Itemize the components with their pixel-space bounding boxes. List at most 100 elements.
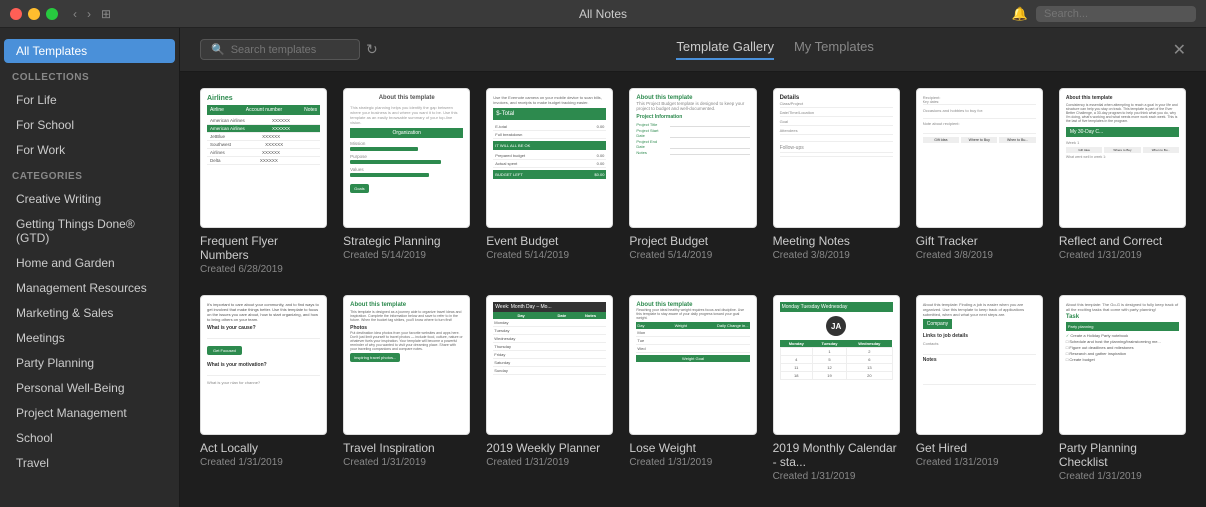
- template-thumb-reflect-correct: About this template Consistency is essen…: [1059, 88, 1186, 228]
- template-date-meeting-notes: Created 3/8/2019: [773, 250, 900, 261]
- sidebar-item-school[interactable]: School: [4, 426, 175, 450]
- template-card-event-budget[interactable]: Use the Evernote camera on your mobile d…: [486, 88, 613, 275]
- window-controls: [10, 8, 58, 20]
- search-icon: 🔍: [211, 43, 225, 56]
- template-card-meeting-notes[interactable]: Details Class/Project Date/Time/Location…: [773, 88, 900, 275]
- maximize-window-button[interactable]: [46, 8, 58, 20]
- template-card-gift-tracker[interactable]: Recipient: Key dates: Occasions and hobb…: [916, 88, 1043, 275]
- template-card-act-locally[interactable]: It's important to care about your commun…: [200, 295, 327, 482]
- template-name-strategic-planning: Strategic Planning: [343, 234, 470, 248]
- back-arrow-icon[interactable]: ‹: [70, 7, 80, 21]
- sidebar-item-project-management[interactable]: Project Management: [4, 401, 175, 425]
- template-date-project-budget: Created 5/14/2019: [629, 250, 756, 261]
- template-name-frequent-flyer: Frequent Flyer Numbers: [200, 234, 327, 262]
- template-date-reflect-correct: Created 1/31/2019: [1059, 250, 1186, 261]
- template-date-weekly-planner: Created 1/31/2019: [486, 457, 613, 468]
- template-name-act-locally: Act Locally: [200, 441, 327, 455]
- template-row-2: It's important to care about your commun…: [200, 295, 1186, 482]
- bell-icon[interactable]: 🔔: [1012, 6, 1028, 22]
- template-thumb-project-budget: About this template This Project Budget …: [629, 88, 756, 228]
- template-name-get-hired: Get Hired: [916, 441, 1043, 455]
- content-area: 🔍 ↻ Template Gallery My Templates ✕: [180, 28, 1206, 507]
- template-card-travel-inspiration[interactable]: About this template This template is des…: [343, 295, 470, 482]
- template-thumb-party-planning-checklist: About this template: The Go-G is designe…: [1059, 295, 1186, 435]
- title-bar-right: 🔔: [1012, 6, 1196, 22]
- template-date-get-hired: Created 1/31/2019: [916, 457, 1043, 468]
- template-date-act-locally: Created 1/31/2019: [200, 457, 327, 468]
- template-card-lose-weight[interactable]: About this template Reaching your ideal …: [629, 295, 756, 482]
- templates-grid: Airlines AirlineAccount numberNotes Amer…: [180, 72, 1206, 507]
- search-templates-input[interactable]: [231, 44, 351, 56]
- gallery-header: 🔍 ↻ Template Gallery My Templates ✕: [180, 28, 1206, 72]
- template-date-strategic-planning: Created 5/14/2019: [343, 250, 470, 261]
- tab-template-gallery[interactable]: Template Gallery: [676, 39, 774, 60]
- template-card-frequent-flyer[interactable]: Airlines AirlineAccount numberNotes Amer…: [200, 88, 327, 275]
- template-date-party-planning-checklist: Created 1/31/2019: [1059, 471, 1186, 482]
- template-name-event-budget: Event Budget: [486, 234, 613, 248]
- global-search-input[interactable]: [1036, 6, 1196, 22]
- template-name-weekly-planner: 2019 Weekly Planner: [486, 441, 613, 455]
- template-date-gift-tracker: Created 3/8/2019: [916, 250, 1043, 261]
- sidebar-item-personal-wellbeing[interactable]: Personal Well-Being: [4, 376, 175, 400]
- sidebar-item-marketing[interactable]: Marketing & Sales: [4, 301, 175, 325]
- sidebar-item-gtd[interactable]: Getting Things Done® (GTD): [4, 212, 175, 250]
- template-thumb-meeting-notes: Details Class/Project Date/Time/Location…: [773, 88, 900, 228]
- template-thumb-travel-inspiration: About this template This template is des…: [343, 295, 470, 435]
- main-container: All Templates COLLECTIONS For Life For S…: [0, 28, 1206, 507]
- sidebar-item-creative-writing[interactable]: Creative Writing: [4, 187, 175, 211]
- sidebar-item-all-templates[interactable]: All Templates: [4, 39, 175, 63]
- more-nav-icon[interactable]: ⊞: [98, 7, 114, 21]
- template-name-gift-tracker: Gift Tracker: [916, 234, 1043, 248]
- template-card-weekly-planner[interactable]: Week: Month Day – Mo... DayDateNotes Mon…: [486, 295, 613, 482]
- template-thumb-act-locally: It's important to care about your commun…: [200, 295, 327, 435]
- template-name-lose-weight: Lose Weight: [629, 441, 756, 455]
- template-name-party-planning-checklist: Party Planning Checklist: [1059, 441, 1186, 469]
- collections-section-title: COLLECTIONS: [0, 64, 179, 87]
- template-card-get-hired[interactable]: About this template: Finding a job is ea…: [916, 295, 1043, 482]
- sidebar-item-for-school[interactable]: For School: [4, 113, 175, 137]
- title-bar: ‹ › ⊞ All Notes 🔔: [0, 0, 1206, 28]
- sidebar-item-management[interactable]: Management Resources: [4, 276, 175, 300]
- template-thumb-lose-weight: About this template Reaching your ideal …: [629, 295, 756, 435]
- header-tabs: Template Gallery My Templates: [378, 39, 1173, 60]
- close-gallery-button[interactable]: ✕: [1173, 40, 1186, 60]
- sidebar: All Templates COLLECTIONS For Life For S…: [0, 28, 180, 507]
- sidebar-item-party-planning[interactable]: Party Planning: [4, 351, 175, 375]
- categories-section-title: CATEGORIES: [0, 163, 179, 186]
- sidebar-item-home-garden[interactable]: Home and Garden: [4, 251, 175, 275]
- template-card-monthly-calendar[interactable]: Monday Tuesday Wednesday JA MondayTuesda…: [773, 295, 900, 482]
- template-name-project-budget: Project Budget: [629, 234, 756, 248]
- nav-arrows: ‹ › ⊞: [70, 7, 114, 21]
- tab-my-templates[interactable]: My Templates: [794, 39, 874, 60]
- template-date-event-budget: Created 5/14/2019: [486, 250, 613, 261]
- template-name-meeting-notes: Meeting Notes: [773, 234, 900, 248]
- template-card-strategic-planning[interactable]: About this template This strategic plann…: [343, 88, 470, 275]
- close-window-button[interactable]: [10, 8, 22, 20]
- template-row-1: Airlines AirlineAccount numberNotes Amer…: [200, 88, 1186, 275]
- template-date-monthly-calendar: Created 1/31/2019: [773, 471, 900, 482]
- sidebar-item-for-life[interactable]: For Life: [4, 88, 175, 112]
- template-thumb-event-budget: Use the Evernote camera on your mobile d…: [486, 88, 613, 228]
- template-card-party-planning-checklist[interactable]: About this template: The Go-G is designe…: [1059, 295, 1186, 482]
- refresh-button[interactable]: ↻: [366, 41, 378, 58]
- template-name-travel-inspiration: Travel Inspiration: [343, 441, 470, 455]
- template-thumb-get-hired: About this template: Finding a job is ea…: [916, 295, 1043, 435]
- template-thumb-monthly-calendar: Monday Tuesday Wednesday JA MondayTuesda…: [773, 295, 900, 435]
- sidebar-item-for-work[interactable]: For Work: [4, 138, 175, 162]
- template-name-reflect-correct: Reflect and Correct: [1059, 234, 1186, 248]
- template-thumb-frequent-flyer: Airlines AirlineAccount numberNotes Amer…: [200, 88, 327, 228]
- template-thumb-strategic-planning: About this template This strategic plann…: [343, 88, 470, 228]
- window-title: All Notes: [579, 7, 627, 21]
- sidebar-item-travel[interactable]: Travel: [4, 451, 175, 475]
- sidebar-item-meetings[interactable]: Meetings: [4, 326, 175, 350]
- search-templates-container: 🔍: [200, 39, 360, 60]
- template-date-frequent-flyer: Created 6/28/2019: [200, 264, 327, 275]
- forward-arrow-icon[interactable]: ›: [84, 7, 94, 21]
- template-card-project-budget[interactable]: About this template This Project Budget …: [629, 88, 756, 275]
- template-name-monthly-calendar: 2019 Monthly Calendar - sta...: [773, 441, 900, 469]
- template-date-lose-weight: Created 1/31/2019: [629, 457, 756, 468]
- template-thumb-weekly-planner: Week: Month Day – Mo... DayDateNotes Mon…: [486, 295, 613, 435]
- minimize-window-button[interactable]: [28, 8, 40, 20]
- template-card-reflect-correct[interactable]: About this template Consistency is essen…: [1059, 88, 1186, 275]
- template-date-travel-inspiration: Created 1/31/2019: [343, 457, 470, 468]
